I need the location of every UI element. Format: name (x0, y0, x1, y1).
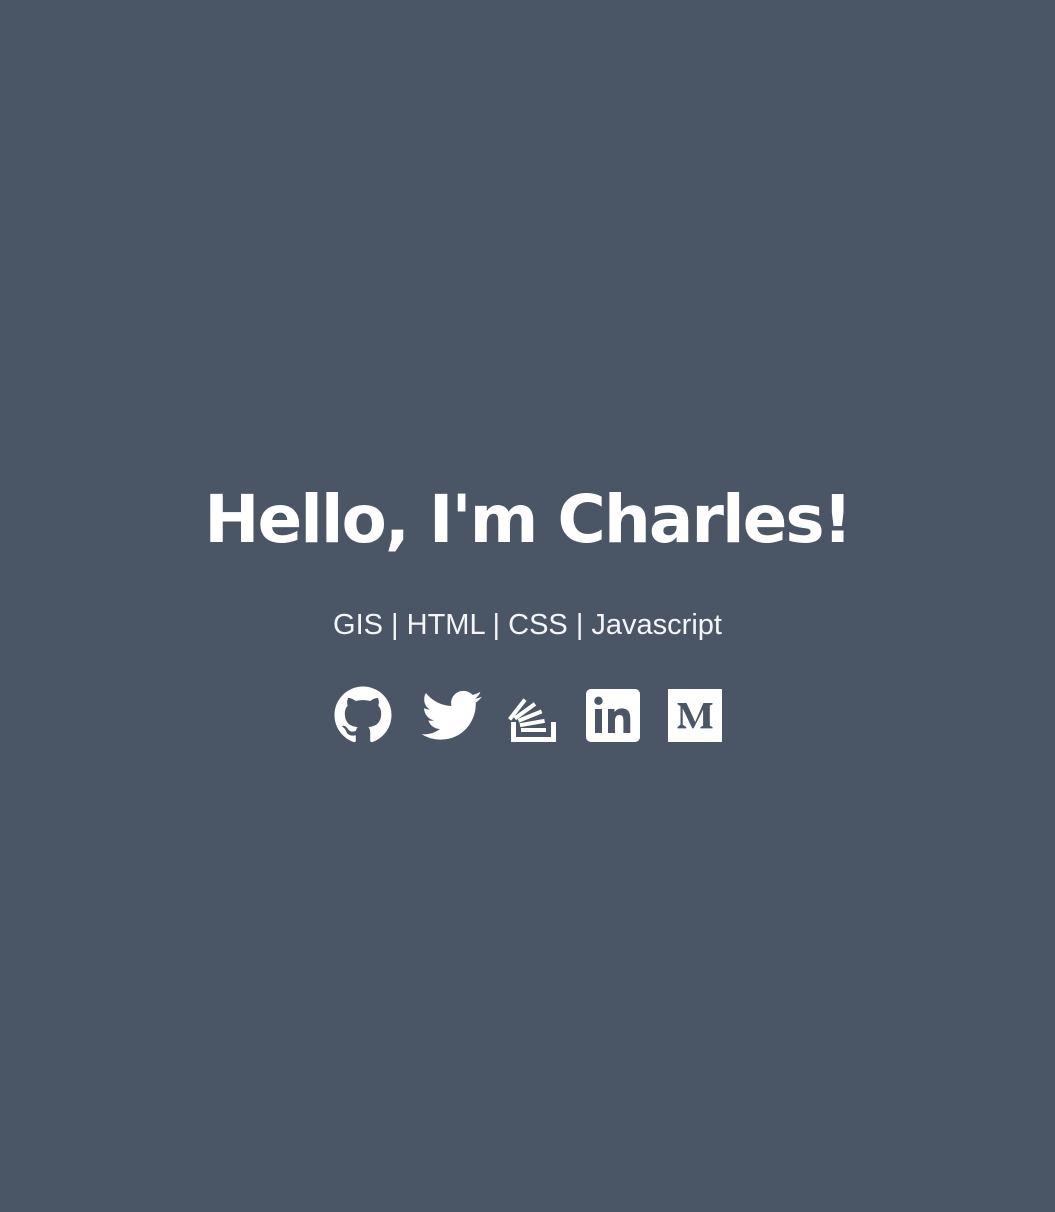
hero-tagline: GIS | HTML | CSS | Javascript (333, 609, 722, 641)
twitter-link[interactable] (421, 684, 483, 746)
stackoverflow-icon (508, 698, 556, 742)
stackoverflow-link[interactable] (503, 684, 565, 746)
medium-icon (668, 689, 722, 742)
github-link[interactable] (332, 684, 394, 746)
medium-link[interactable] (664, 684, 726, 746)
twitter-icon (421, 690, 482, 740)
social-links (0, 684, 1055, 746)
hero-section: Hello, I'm Charles! GIS | HTML | CSS | J… (0, 0, 1055, 1212)
linkedin-link[interactable] (582, 684, 644, 746)
linkedin-icon (586, 689, 640, 742)
hero-title: Hello, I'm Charles! (204, 481, 852, 558)
github-icon (334, 686, 392, 743)
